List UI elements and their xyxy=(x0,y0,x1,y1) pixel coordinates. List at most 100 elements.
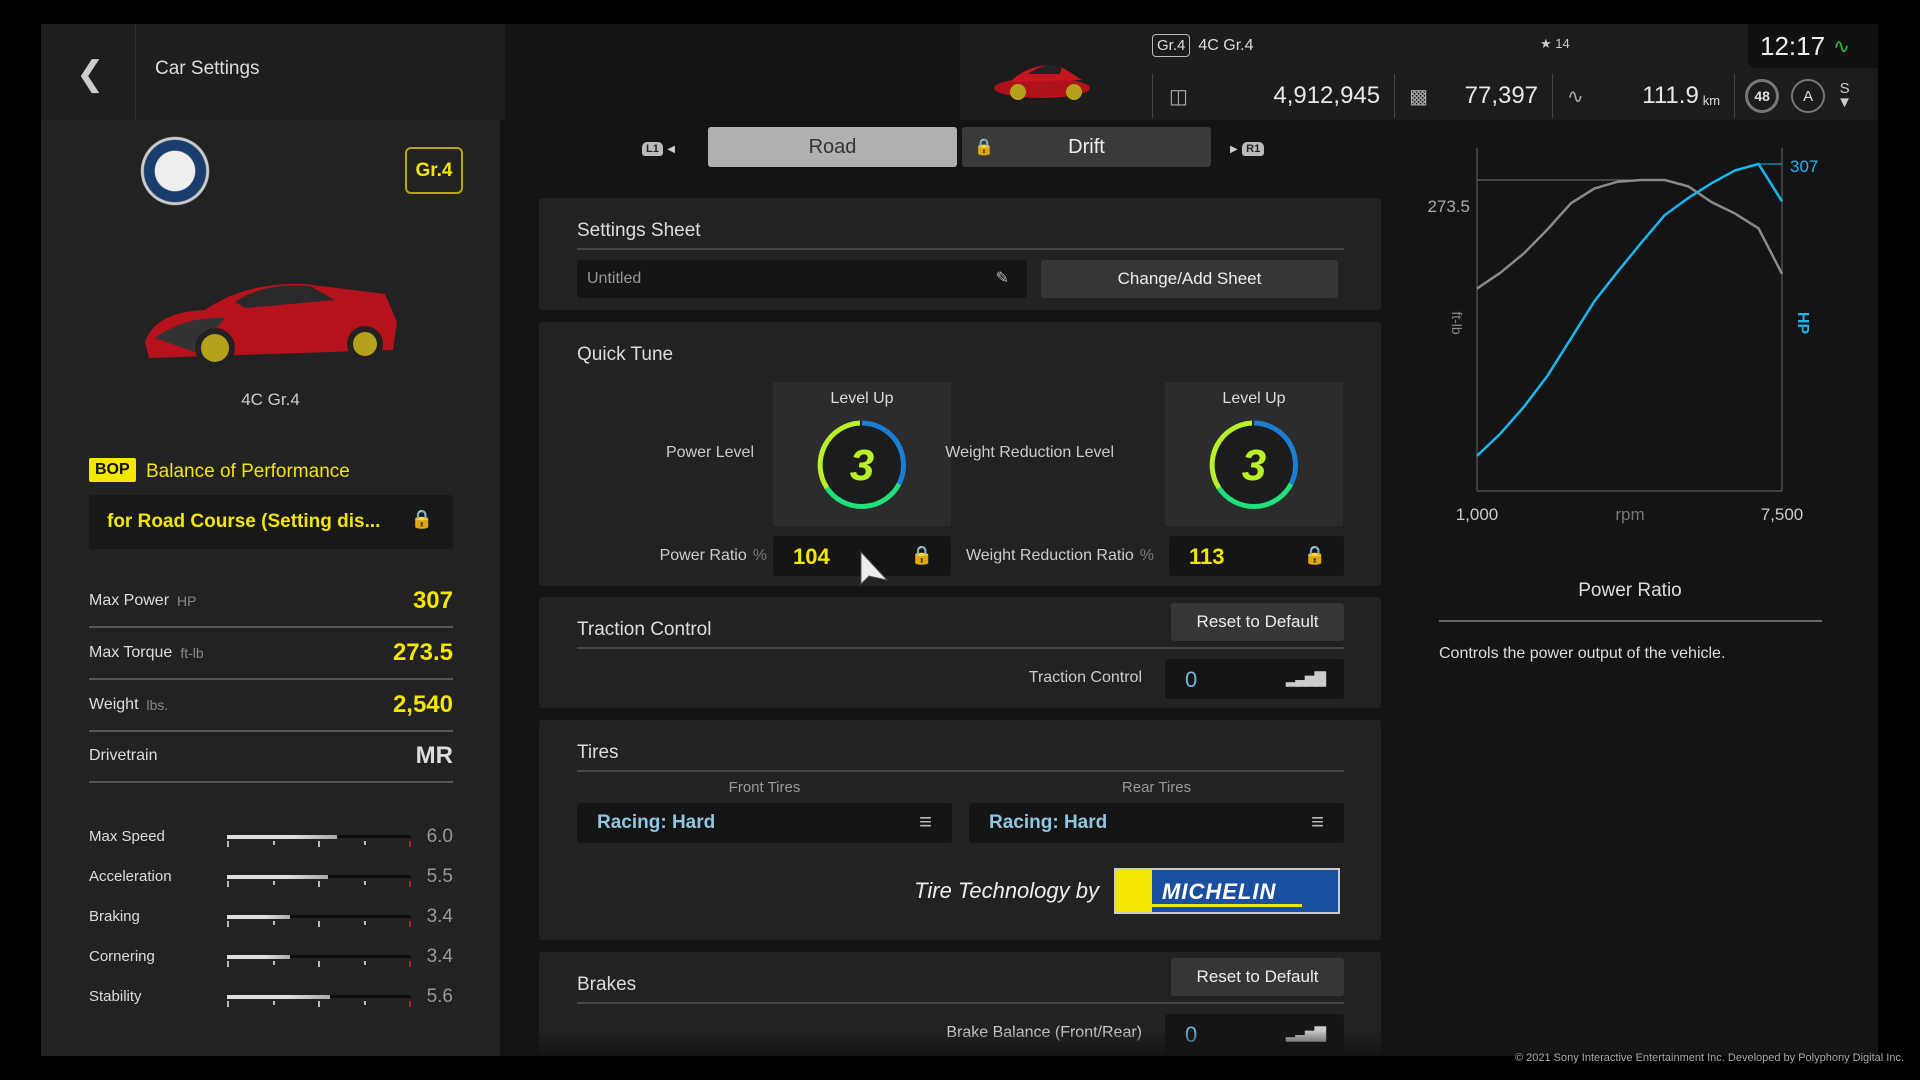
distance-unit: km xyxy=(1702,92,1721,108)
spec-label: Drivetrain xyxy=(89,747,158,764)
spec-max-power: Max Power HP 307 xyxy=(89,576,453,628)
performance-bar-fill xyxy=(227,835,338,839)
lock-icon: 🔒 xyxy=(974,139,994,156)
mileage-icon: ▩ xyxy=(1409,85,1429,108)
l1-button[interactable]: L1 ◀ xyxy=(642,139,675,157)
spec-value: 273.5 xyxy=(392,639,453,666)
spec-drivetrain: Drivetrain MR xyxy=(89,731,453,783)
x-tick-label: 1,000 xyxy=(1456,505,1499,524)
weight-level-up-button[interactable]: Level Up 3 xyxy=(1165,382,1343,526)
page-title: Car Settings xyxy=(155,58,260,79)
performance-bar-fill xyxy=(227,955,290,959)
spec-label: Max Power xyxy=(89,592,170,609)
left-axis-label: ft-lb xyxy=(1449,311,1465,335)
performance-bar-fill xyxy=(227,915,290,919)
chevron-left-icon: ◀ xyxy=(667,144,675,155)
back-arrow-icon[interactable]: ❮ xyxy=(76,54,106,94)
section-title: Brakes xyxy=(577,974,637,995)
award-icon: ★ xyxy=(1540,36,1552,51)
performance-bar xyxy=(227,915,411,919)
lock-icon: 🔒 xyxy=(410,509,433,529)
spec-value: 307 xyxy=(412,587,453,614)
sportsmanship-rank: S xyxy=(1839,80,1850,97)
settings-sheet-panel: Settings Sheet Untitled ✎ Change/Add She… xyxy=(539,198,1381,310)
tab-road[interactable]: Road xyxy=(708,127,957,167)
divider xyxy=(135,24,136,120)
performance-row: Acceleration 5.5 xyxy=(89,866,453,892)
spec-unit: ft-lb xyxy=(180,645,204,661)
performance-bar-fill xyxy=(227,995,331,999)
change-add-sheet-button[interactable]: Change/Add Sheet xyxy=(1041,260,1338,298)
reset-to-default-button[interactable]: Reset to Default xyxy=(1171,603,1344,641)
tab-drift[interactable]: 🔒 Drift xyxy=(962,127,1211,167)
performance-row: Braking 3.4 xyxy=(89,906,453,932)
clock: 12:17 ∿ xyxy=(1748,24,1878,68)
front-tires-select[interactable]: Racing: Hard ≡ xyxy=(577,803,952,843)
r1-button[interactable]: ▶ R1 xyxy=(1230,139,1265,157)
divider xyxy=(1439,620,1822,622)
profile-bar: Gr.4 4C Gr.4 ◫ 4,912,945 ▩ 77,397 ∿ 111.… xyxy=(960,24,1878,120)
performance-value: 3.4 xyxy=(426,946,453,967)
class-badge: Gr.4 xyxy=(405,147,463,194)
mileage-value: 77,397 xyxy=(1464,82,1539,109)
traction-control-field[interactable]: 0 ▂▃▅▇ xyxy=(1165,659,1344,699)
bop-setting[interactable]: for Road Course (Setting dis... 🔒 xyxy=(89,495,453,549)
driver-rank-icon: A xyxy=(1791,79,1826,113)
help-text: Controls the power output of the vehicle… xyxy=(1439,645,1726,662)
bop-title: Balance of Performance xyxy=(146,461,350,482)
label-text: Weight Reduction Ratio xyxy=(965,547,1134,564)
sheet-name-field[interactable]: Untitled ✎ xyxy=(577,260,1027,298)
spec-label: Max Torque xyxy=(89,644,173,661)
connection-icon: ∿ xyxy=(1833,35,1850,58)
divider xyxy=(1152,74,1153,118)
divider xyxy=(1734,74,1736,118)
divider xyxy=(577,647,1344,649)
mouse-cursor-icon xyxy=(860,550,889,586)
weight-level-gauge: 3 xyxy=(1209,420,1299,509)
bop-badge: BOP xyxy=(89,458,136,482)
section-title: Traction Control xyxy=(577,619,712,640)
x-tick-label: 7,500 xyxy=(1761,505,1804,524)
performance-row: Stability 5.6 xyxy=(89,986,453,1012)
right-axis-label: HP xyxy=(1794,312,1811,335)
performance-ticks xyxy=(227,881,411,888)
divider xyxy=(1394,74,1396,118)
car-thumbnail xyxy=(994,65,1090,100)
performance-ticks xyxy=(227,841,411,848)
chevron-right-icon: ▶ xyxy=(1230,144,1238,155)
performance-ticks xyxy=(227,921,411,928)
power-level-value: 3 xyxy=(850,441,874,490)
performance-value: 5.5 xyxy=(426,866,453,887)
copyright: © 2021 Sony Interactive Entertainment In… xyxy=(1514,1052,1904,1064)
pencil-icon: ✎ xyxy=(995,270,1009,287)
weight-ratio-label: Weight Reduction Ratio% xyxy=(889,547,1154,565)
spec-weight: Weight lbs. 2,540 xyxy=(89,680,453,732)
divider xyxy=(1552,74,1554,118)
unit: % xyxy=(1139,547,1154,564)
distance-icon: ∿ xyxy=(1567,85,1584,108)
spec-value: 2,540 xyxy=(392,691,453,718)
section-title: Settings Sheet xyxy=(577,220,701,241)
rear-tires-select[interactable]: Racing: Hard ≡ xyxy=(969,803,1344,843)
spec-label: Weight xyxy=(89,696,139,713)
level-badge: 48 xyxy=(1745,79,1780,113)
performance-label: Max Speed xyxy=(89,828,165,845)
car-name: 4C Gr.4 xyxy=(241,390,300,409)
car-name: 4C Gr.4 xyxy=(1198,36,1254,54)
time: 12:17 xyxy=(1760,30,1826,61)
reset-to-default-button[interactable]: Reset to Default xyxy=(1171,958,1344,996)
bop-subtitle: for Road Course (Setting dis... xyxy=(107,511,381,532)
power-ratio-label: Power Ratio% xyxy=(579,547,767,565)
performance-bar xyxy=(227,835,411,839)
performance-value: 3.4 xyxy=(426,906,453,927)
performance-label: Stability xyxy=(89,988,142,1005)
performance-value: 5.6 xyxy=(426,986,453,1007)
weight-ratio-value: 113 xyxy=(1189,544,1225,569)
performance-ticks xyxy=(227,1001,411,1008)
front-tires-value: Racing: Hard xyxy=(597,812,716,833)
performance-bar xyxy=(227,955,411,959)
traction-control-value: 0 xyxy=(1185,667,1198,692)
weight-ratio-field[interactable]: 113 🔒 xyxy=(1169,536,1344,576)
divider xyxy=(577,248,1344,250)
power-marker-label: 307 xyxy=(1790,157,1818,176)
